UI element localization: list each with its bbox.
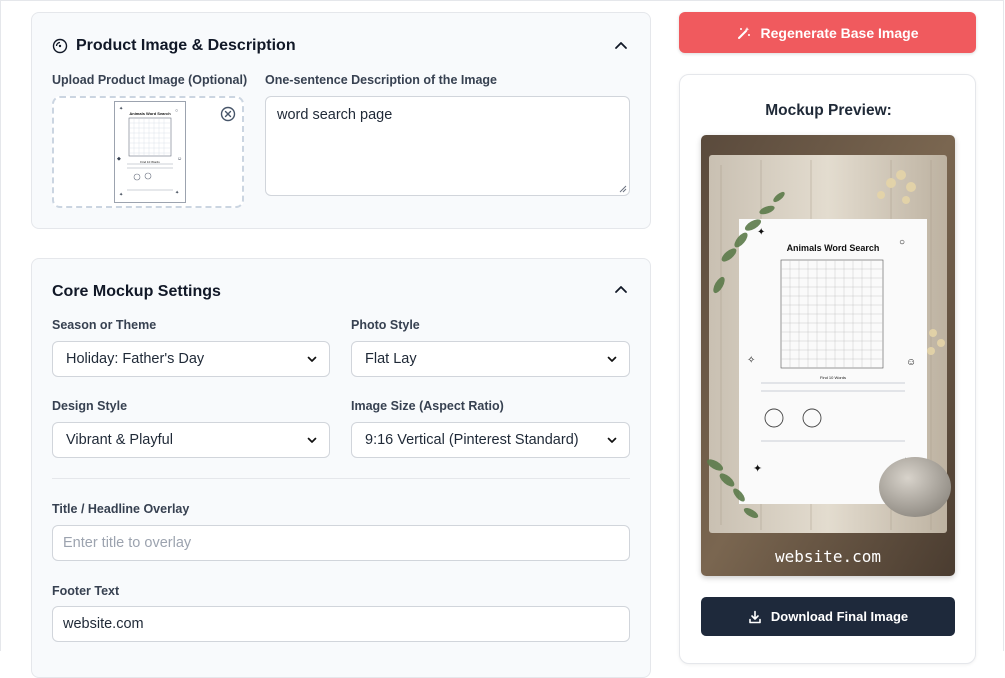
preview-title: Mockup Preview: [765, 102, 892, 119]
design-style-select[interactable]: Vibrant & Playful [52, 422, 330, 458]
product-section-title: Product Image & Description [76, 37, 296, 54]
photo-style-label: Photo Style [351, 318, 420, 332]
svg-text:✦: ✦ [175, 190, 179, 196]
title-overlay-label: Title / Headline Overlay [52, 502, 190, 516]
product-section-header: Product Image & Description [52, 37, 296, 55]
upload-label: Upload Product Image (Optional) [52, 73, 248, 87]
photo-style-value: Flat Lay [365, 351, 417, 367]
description-textarea[interactable]: word search page [265, 96, 630, 196]
svg-text:✦: ✦ [753, 463, 762, 475]
palette-icon [52, 38, 68, 54]
thumb-grid-art: ✦ ○ ◆ ☺ ✦ ✦ [117, 106, 182, 198]
design-style-label: Design Style [52, 399, 128, 413]
svg-text:✦: ✦ [757, 227, 765, 238]
description-label: One-sentence Description of the Image [265, 73, 497, 87]
svg-text:○: ○ [899, 237, 905, 248]
season-value: Holiday: Father's Day [66, 351, 205, 367]
section-divider [52, 478, 630, 479]
download-final-image-button[interactable]: Download Final Image [701, 597, 955, 636]
image-size-select[interactable]: 9:16 Vertical (Pinterest Standard) [351, 422, 630, 458]
chevron-up-icon[interactable] [613, 38, 629, 54]
image-size-value: 9:16 Vertical (Pinterest Standard) [365, 432, 579, 448]
chevron-up-icon[interactable] [613, 282, 629, 298]
regenerate-base-image-button[interactable]: Regenerate Base Image [679, 12, 976, 53]
download-icon [749, 610, 761, 623]
uploaded-thumbnail: Animals Word Search ✦ ○ ◆ ☺ ✦ ✦ Find 10 … [114, 101, 186, 203]
chevron-down-icon [307, 356, 317, 362]
core-section-header: Core Mockup Settings [52, 283, 221, 301]
description-text: word search page [277, 107, 393, 123]
mockup-preview-card: Mockup Preview: ✦ ○ ✧ ☺ ✦ Animals Word S… [679, 74, 976, 664]
wand-icon [737, 26, 750, 39]
title-overlay-placeholder: Enter title to overlay [63, 535, 192, 551]
season-select[interactable]: Holiday: Father's Day [52, 341, 330, 377]
mock-subheading: Find 10 Words [820, 375, 846, 380]
resize-handle-icon[interactable] [619, 185, 627, 193]
title-overlay-input[interactable]: Enter title to overlay [52, 525, 630, 561]
photo-style-select[interactable]: Flat Lay [351, 341, 630, 377]
core-section-title: Core Mockup Settings [52, 283, 221, 300]
mockup-preview-image: ✦ ○ ✧ ☺ ✦ ☀ [701, 135, 955, 576]
close-circle-icon[interactable] [220, 106, 236, 122]
chevron-down-icon [607, 356, 617, 362]
upload-dropzone[interactable]: Animals Word Search ✦ ○ ◆ ☺ ✦ ✦ Find 10 … [52, 96, 244, 208]
mock-footer: website.com [775, 547, 881, 566]
image-size-label: Image Size (Aspect Ratio) [351, 399, 504, 413]
chevron-down-icon [307, 437, 317, 443]
chevron-down-icon [607, 437, 617, 443]
mockup-scene-art: ✦ ○ ✧ ☺ ✦ ☀ [701, 135, 955, 576]
svg-text:✦: ✦ [119, 106, 123, 112]
download-label: Download Final Image [770, 609, 909, 624]
svg-text:☺: ☺ [906, 357, 916, 368]
footer-text-input[interactable]: website.com [52, 606, 630, 642]
svg-text:○: ○ [175, 108, 178, 114]
footer-text-label: Footer Text [52, 584, 120, 598]
footer-text-value: website.com [63, 616, 144, 632]
design-style-value: Vibrant & Playful [66, 432, 173, 448]
mock-heading: Animals Word Search [787, 243, 880, 253]
regenerate-label: Regenerate Base Image [760, 24, 919, 41]
svg-text:✧: ✧ [747, 355, 755, 366]
season-label: Season or Theme [52, 318, 157, 332]
thumb-subheading: Find 10 Words [140, 160, 160, 164]
svg-text:✦: ✦ [119, 192, 123, 198]
